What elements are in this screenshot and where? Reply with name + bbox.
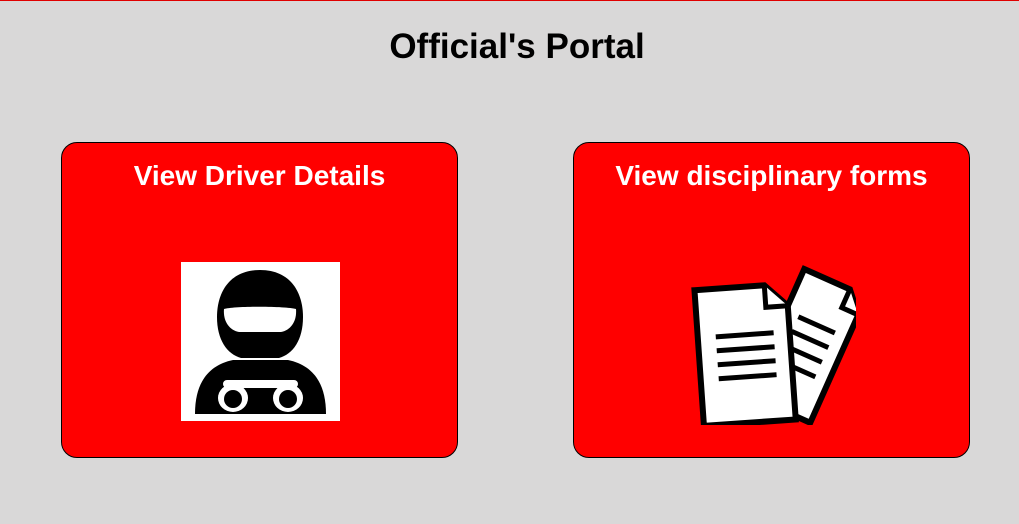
page-title: Official's Portal [389,27,645,66]
view-disciplinary-forms-label: View disciplinary forms [615,160,928,191]
view-disciplinary-forms-card[interactable]: View disciplinary forms [573,142,970,458]
documents-icon[interactable] [691,260,856,425]
view-driver-details-label: View Driver Details [133,160,386,191]
view-driver-details-card[interactable]: View Driver Details [61,142,458,458]
driver-helmet-icon[interactable] [181,262,340,421]
